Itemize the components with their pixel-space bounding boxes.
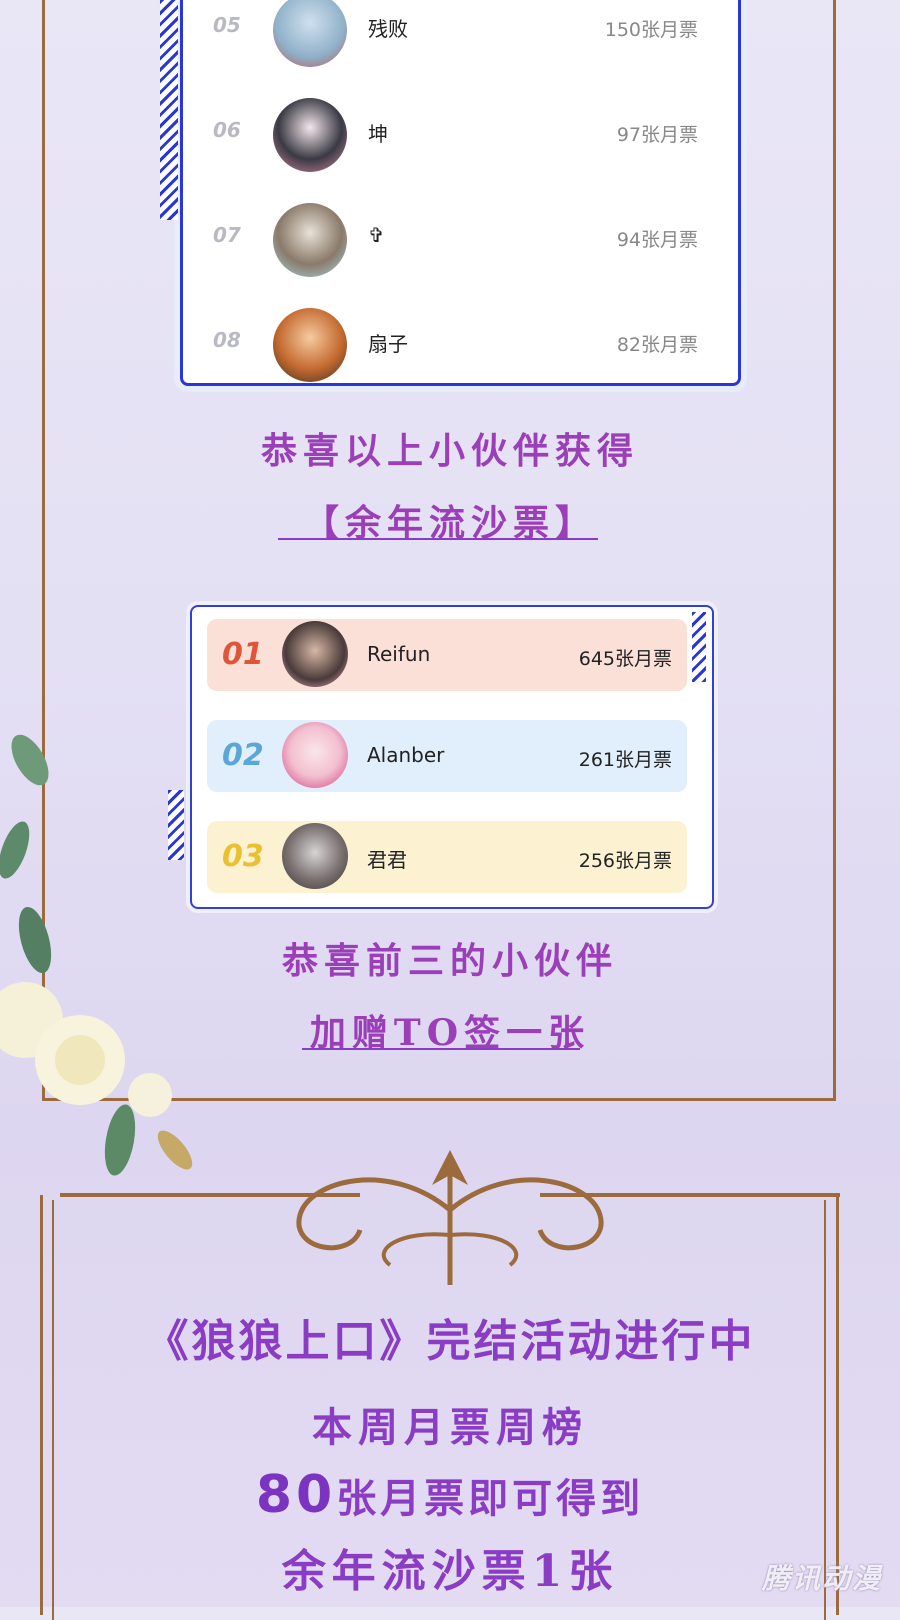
congrats-line-1: 恭喜以上小伙伴获得 — [260, 430, 639, 472]
top3-row: 03 君君 256张月票 — [207, 821, 687, 893]
rank-number: 02 — [222, 738, 264, 773]
vote-count: 256张月票 — [578, 850, 672, 872]
ranking-row: 07 ✞ 94张月票 — [203, 195, 718, 285]
event-title: 《狼狼上口》完结活动进行中 — [144, 1316, 756, 1367]
congrats2-underline — [302, 1048, 580, 1050]
top3-card-accent — [168, 790, 184, 860]
top3-row: 01 Reifun 645张月票 — [207, 619, 687, 691]
watermark-logo: 腾讯动漫 — [761, 1562, 882, 1595]
rank-number: 08 — [213, 328, 241, 352]
ranking-row: 05 残败 150张月票 — [203, 0, 718, 75]
event-line-2: 本周月票周榜 — [312, 1404, 588, 1451]
vote-count: 261张月票 — [578, 749, 672, 771]
avatar — [273, 308, 347, 382]
rank-number: 01 — [222, 637, 264, 672]
event-line-3-text: 张月票即可得到 — [336, 1475, 645, 1522]
ranking-row: 06 坤 97张月票 — [203, 90, 718, 180]
user-name: 残败 — [368, 17, 408, 41]
congrats2-line-1: 恭喜前三的小伙伴 — [281, 940, 618, 982]
rank-number: 06 — [213, 118, 241, 142]
avatar — [273, 98, 347, 172]
ranking-row: 08 扇子 82张月票 — [203, 300, 718, 390]
user-name: 坤 — [368, 122, 388, 146]
avatar — [273, 0, 347, 67]
user-name: Alanber — [367, 743, 445, 767]
top3-row: 02 Alanber 261张月票 — [207, 720, 687, 792]
rank-number: 03 — [222, 839, 264, 874]
vote-count: 94张月票 — [616, 229, 698, 251]
rank-number: 07 — [213, 223, 241, 247]
user-name: Reifun — [367, 642, 431, 666]
ranking-card: 05 残败 150张月票 06 坤 97张月票 07 ✞ 94张月票 08 扇子… — [180, 0, 741, 386]
ornament-icon — [60, 1150, 840, 1285]
event-line-3: 80张月票即可得到 — [0, 1465, 900, 1525]
avatar — [282, 621, 348, 687]
vote-count: 82张月票 — [616, 334, 698, 356]
avatar — [282, 722, 348, 788]
user-name: ✞ — [368, 223, 385, 247]
vote-count: 97张月票 — [616, 124, 698, 146]
top3-card-accent-right — [692, 612, 706, 682]
avatar — [282, 823, 348, 889]
user-name: 君君 — [367, 848, 407, 872]
event-number: 80 — [255, 1465, 337, 1525]
avatar — [273, 203, 347, 277]
vote-count: 150张月票 — [604, 19, 698, 41]
user-name: 扇子 — [368, 332, 408, 356]
congrats-underline — [278, 538, 598, 540]
ranking-card-accent — [160, 0, 178, 220]
vote-count: 645张月票 — [578, 648, 672, 670]
rank-number: 05 — [213, 13, 241, 37]
top3-card: 01 Reifun 645张月票 02 Alanber 261张月票 03 君君… — [190, 605, 714, 909]
